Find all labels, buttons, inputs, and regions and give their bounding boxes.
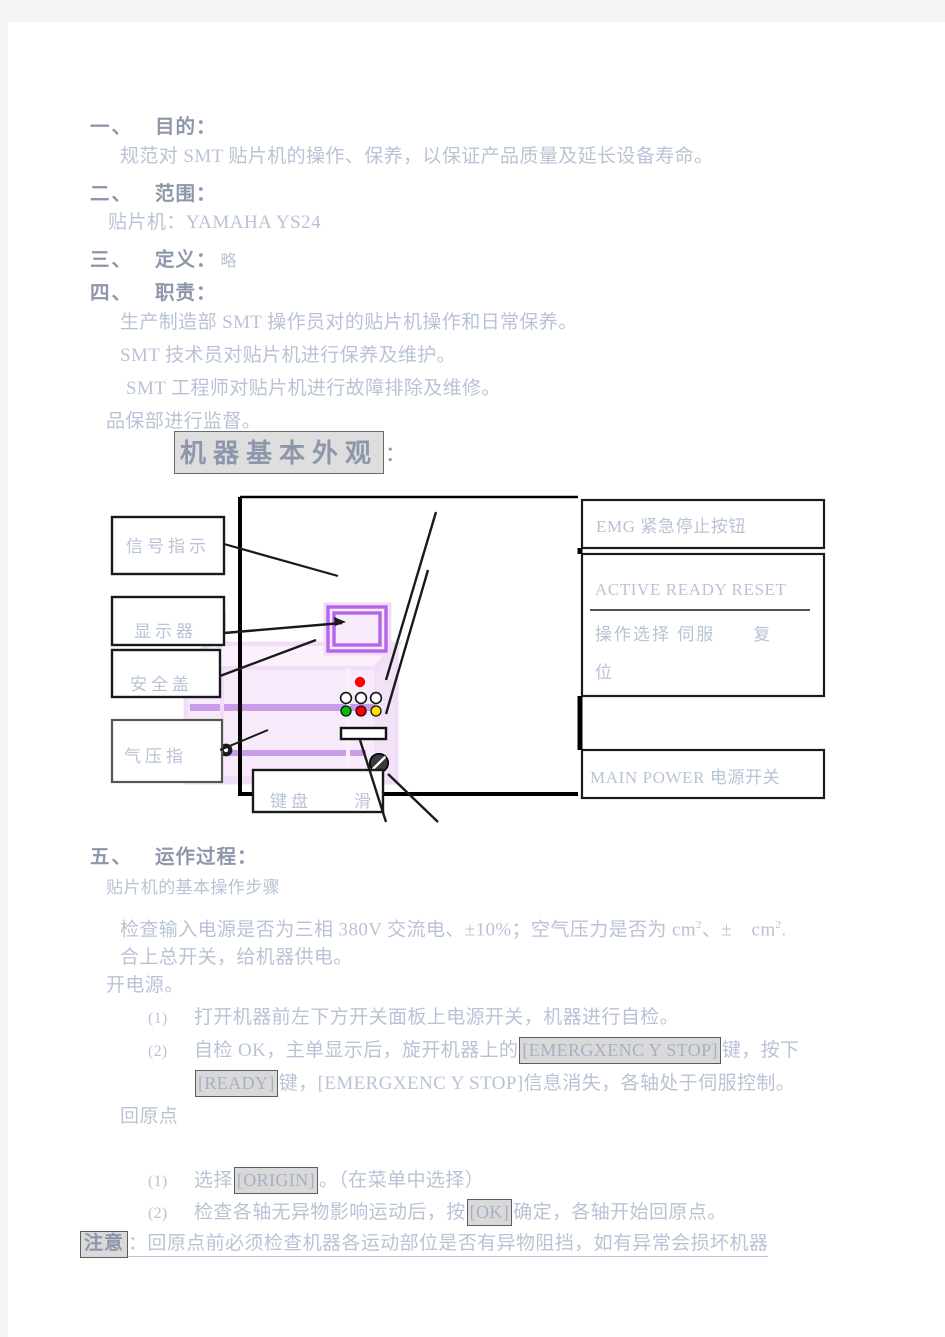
keycap-origin[interactable]: [ORIGIN] — [233, 1167, 318, 1194]
section-number-4: 四、 — [90, 283, 134, 304]
label-box-air-pressure: 气压指 — [110, 718, 224, 784]
label-box-emg: EMG 紧急停止按钮 — [580, 498, 826, 550]
list-item-step-3-text-a: 选择 — [194, 1170, 233, 1191]
label-box-active-ready-reset: ACTIVE READY RESET 操作选择 伺服 复 位 — [580, 552, 826, 698]
keycap-ok[interactable]: [OK] — [466, 1199, 513, 1226]
section-number-3: 三、 — [90, 250, 134, 271]
section-number-2: 二、 — [90, 184, 134, 205]
list-item-step-2-text-c: 键，[EMERGXENC Y STOP]信息消失，各轴处于伺服控制。 — [278, 1073, 796, 1094]
close-main-switch-line: 合上总开关，给机器供电。 — [120, 947, 353, 968]
power-check-line: 检查输入电源是否为三相 380V 交流电、±10%；空气压力是否为 cm2、± … — [120, 910, 787, 945]
list-item-step-2-text-b: 键，按下 — [721, 1040, 800, 1061]
section-title-4: 职责： — [155, 283, 217, 304]
operation-intro: 贴片机的基本操作步骤 — [106, 878, 280, 897]
warning-note-body: 回原点前必须检查机器各运动部位是否有异物阻挡，如有异常会损坏机器 — [147, 1233, 769, 1254]
list-item-step-2: (2) 自检 OK，主单显示后，旋开机器上的 [EMERGXENC Y STOP] 键… — [148, 1036, 800, 1067]
leader-emg — [384, 511, 438, 681]
section-heading-5: 五、 运作过程： — [90, 840, 258, 869]
page-top-margin — [0, 0, 945, 22]
section-number-5: 五、 — [90, 847, 134, 868]
origin-heading: 回原点 — [120, 1106, 179, 1127]
list-item-step-4-text-a: 检查各轴无异物影响运动后，按 — [194, 1202, 466, 1223]
section-heading-4: 四、 职责： — [90, 276, 217, 305]
keycap-ready[interactable]: [READY] — [195, 1070, 278, 1097]
keycap-emergency-stop[interactable]: [EMERGXENC Y STOP] — [519, 1037, 721, 1064]
power-check-b: 、± cm — [701, 919, 776, 941]
page-left-margin — [0, 0, 8, 1337]
machine-appearance-title-box: 机器基本外观 — [174, 431, 385, 474]
label-box-display: 显示器 — [110, 595, 226, 647]
list-item-step-2-number: (2) — [148, 1043, 168, 1060]
list-item-step-2-text-a: 自检 OK，主单显示后，旋开机器上的 — [194, 1040, 519, 1061]
warning-badge: 注意 — [80, 1231, 129, 1258]
duty-line-1: 生产制造部 SMT 操作员对的贴片机操作和日常保养。 — [120, 312, 578, 333]
keyboard-drawer-slot — [339, 726, 388, 741]
machine-diagram: 信号指示 显示器 安全盖 气压指 键盘 滑 EMG 紧急停止按钮 ACTIVE … — [98, 492, 838, 832]
machine-appearance-title-colon: ： — [385, 441, 407, 466]
list-item-step-1: (1) 打开机器前左下方开关面板上电源开关，机器进行自检。 — [148, 1003, 679, 1034]
section-heading-1: 一、 目的： — [90, 110, 217, 139]
purpose-paragraph: 规范对 SMT 贴片机的操作、保养，以保证产品质量及延长设备寿命。 — [120, 146, 714, 167]
list-item-step-3-text-b: 。（在菜单中选择） — [319, 1170, 485, 1191]
section-heading-2: 二、 范围： — [90, 177, 217, 206]
machine-appearance-title: 机器基本外观： — [174, 431, 406, 474]
list-item-step-3-number: (1) — [148, 1173, 168, 1190]
scope-paragraph: 贴片机：YAMAHA YS24 — [108, 212, 322, 233]
label-text-active-ready-reset: ACTIVE READY RESET — [595, 580, 787, 599]
list-item-step-1-number: (1) — [148, 1010, 168, 1027]
list-item-step-4-text-b: 确定，各轴开始回原点。 — [513, 1202, 727, 1223]
label-box-signal: 信号指示 — [110, 515, 226, 576]
document-page: 一、 目的： 规范对 SMT 贴片机的操作、保养，以保证产品质量及延长设备寿命。 … — [8, 22, 945, 1337]
label-box-keyboard: 键盘 滑 — [251, 768, 385, 814]
label-text-keyboard: 键盘 滑 — [270, 792, 375, 811]
label-text-emg: EMG 紧急停止按钮 — [596, 517, 746, 536]
section-title-1: 目的： — [155, 117, 217, 138]
section-title-3: 定义： — [155, 250, 217, 271]
section-title-5: 运作过程： — [155, 847, 258, 868]
warning-note-text: ：回原点前必须检查机器各运动部位是否有异物阻挡，如有异常会损坏机器 — [128, 1233, 769, 1257]
leader-main-power — [387, 773, 439, 823]
power-on-line: 开电源。 — [106, 975, 184, 996]
label-text-operation-servo-reset: 操作选择 伺服 复 — [595, 625, 772, 644]
label-text-safety-cover: 安全盖 — [130, 675, 193, 694]
machine-monitor-icon — [323, 602, 392, 656]
label-text-display: 显示器 — [134, 622, 197, 641]
power-check-a: 检查输入电源是否为三相 380V 交流电、±10%；空气压力是否为 cm — [120, 919, 696, 941]
list-item-step-1-text: 打开机器前左下方开关面板上电源开关，机器进行自检。 — [194, 1007, 680, 1028]
label-text-reset-cont: 位 — [595, 663, 612, 682]
section-title-2: 范围： — [155, 184, 217, 205]
list-item-step-2-continued: [READY] 键，[EMERGXENC Y STOP]信息消失，各轴处于伺服控制… — [194, 1069, 795, 1099]
warning-note: 注意 ：回原点前必须检查机器各运动部位是否有异物阻挡，如有异常会损坏机器 — [80, 1228, 769, 1258]
list-item-step-4-number: (2) — [148, 1205, 168, 1222]
label-box-safety-cover: 安全盖 — [110, 648, 222, 699]
label-text-signal: 信号指示 — [126, 537, 210, 556]
list-item-step-3: (1) 选择 [ORIGIN] 。（在菜单中选择） — [148, 1166, 484, 1197]
power-check-c: . — [781, 919, 787, 941]
list-item-step-4: (2) 检查各轴无异物影响运动后，按 [OK] 确定，各轴开始回原点。 — [148, 1198, 727, 1229]
section-heading-3: 三、 定义：略 — [90, 243, 238, 272]
duty-line-3: SMT 工程师对贴片机进行故障排除及维修。 — [126, 378, 501, 399]
label-text-air-pressure: 气压指 — [124, 747, 187, 766]
section-number-1: 一、 — [90, 117, 134, 138]
duty-line-2: SMT 技术员对贴片机进行保养及维护。 — [120, 345, 457, 366]
definition-value: 略 — [220, 253, 238, 270]
label-text-main-power: MAIN POWER 电源开关 — [590, 768, 780, 787]
warning-note-colon: ： — [128, 1233, 148, 1254]
label-box-main-power: MAIN POWER 电源开关 — [580, 748, 826, 800]
